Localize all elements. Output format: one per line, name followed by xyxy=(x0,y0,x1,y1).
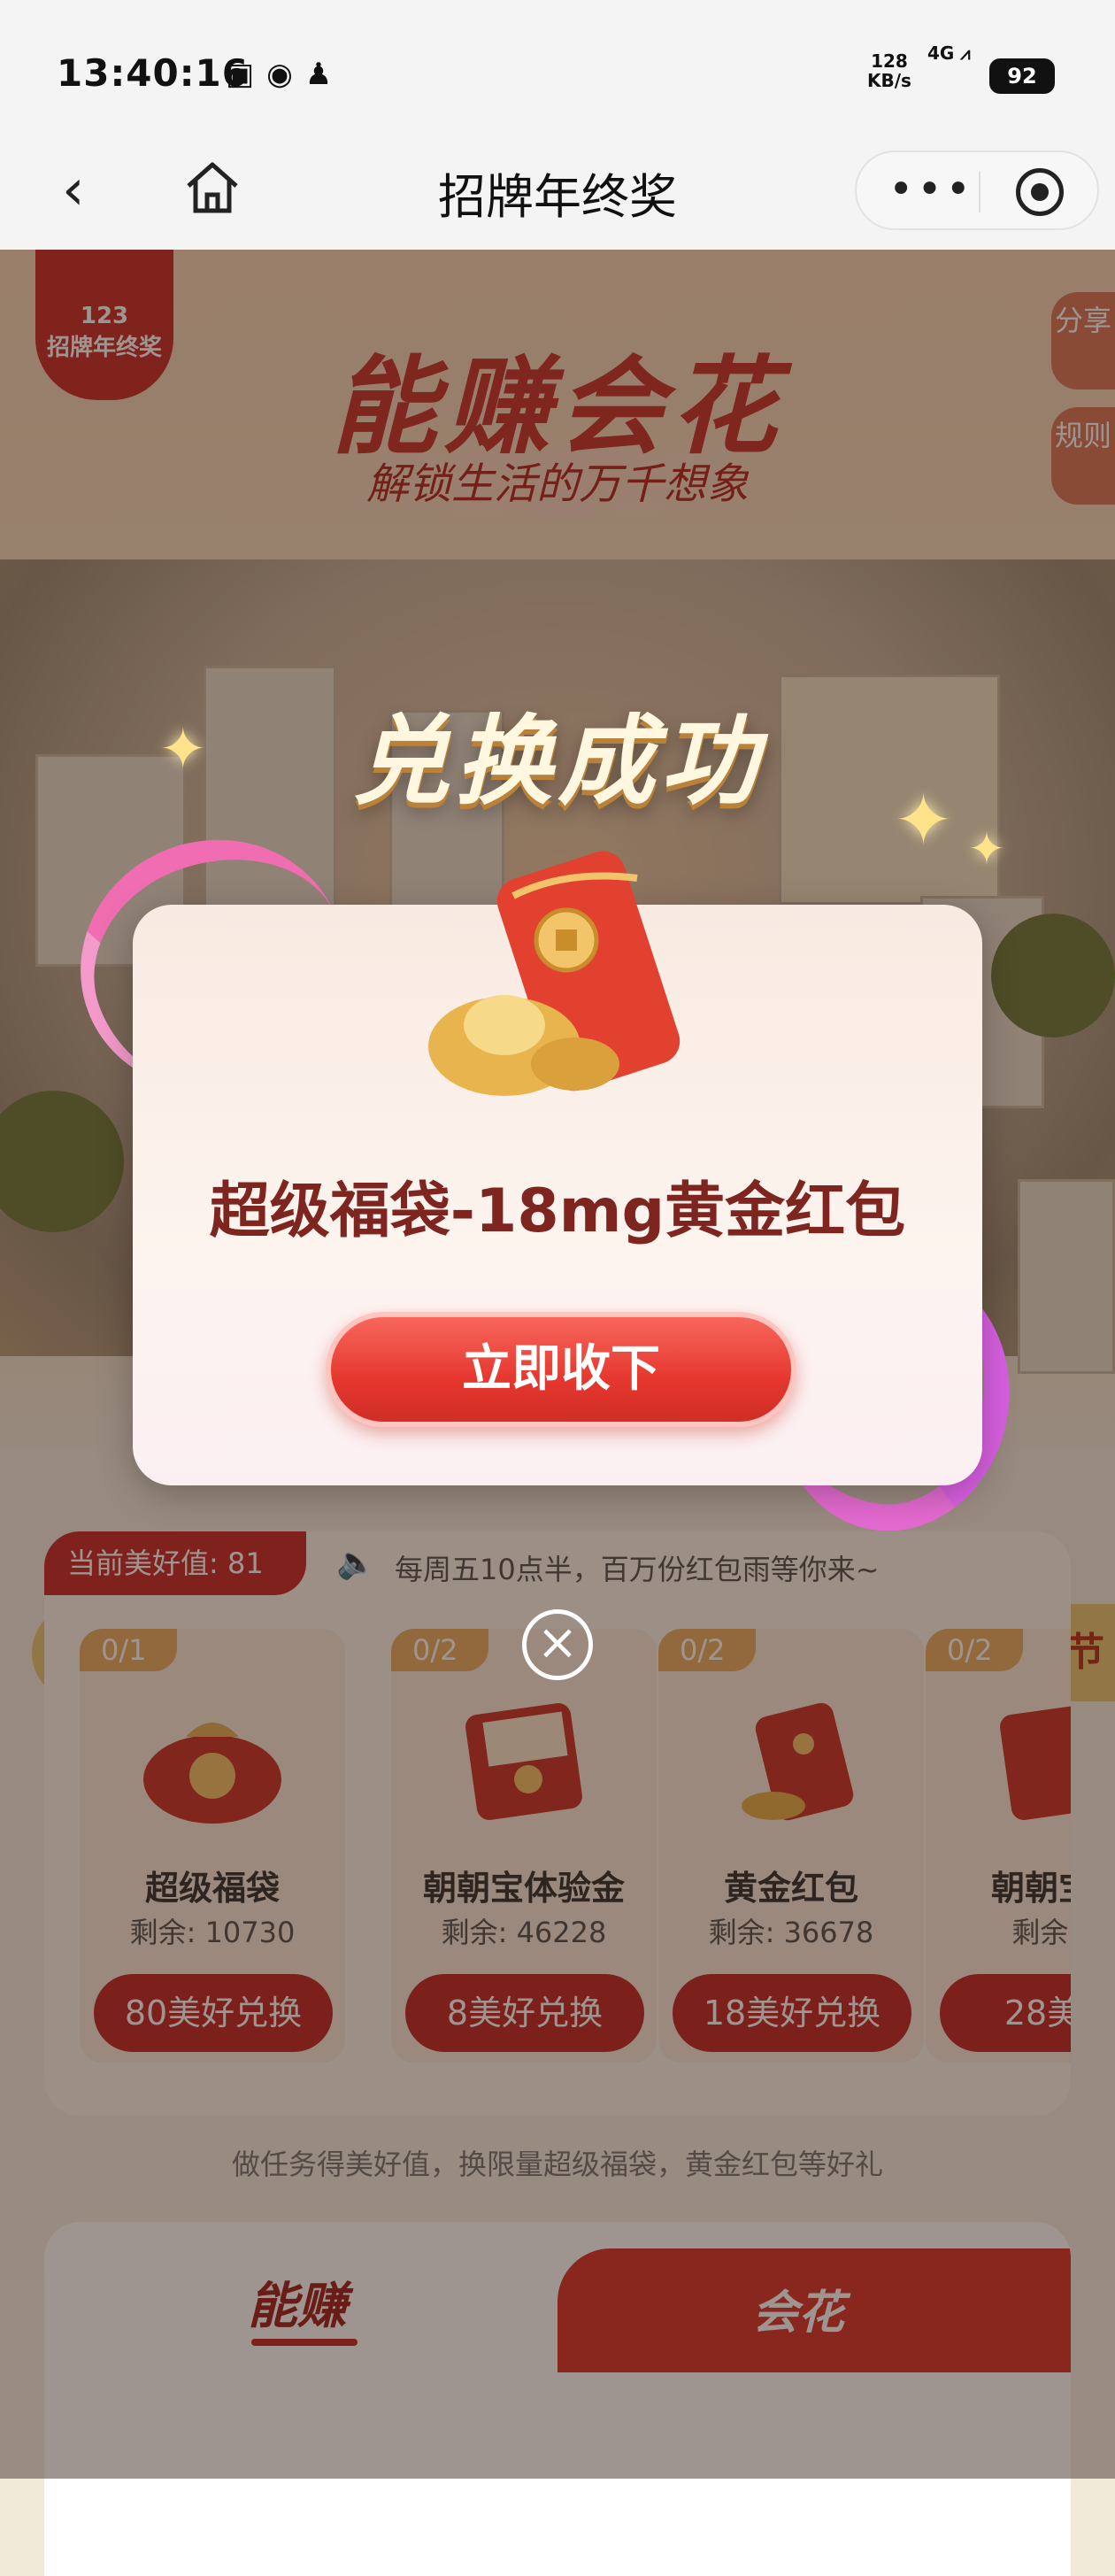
accept-button[interactable]: 立即收下 xyxy=(326,1312,796,1427)
status-bar: 13:40:16 ▣ ◉ ♟ 128 KB/s 4G ⩘ 92 xyxy=(0,0,1115,133)
close-icon[interactable]: × xyxy=(522,1609,593,1680)
success-modal: 超级福袋-18mg黄金红包 立即收下 xyxy=(133,851,982,1485)
qq-icon: ♟ xyxy=(304,57,333,92)
status-time: 13:40:16 xyxy=(57,51,249,95)
miniapp-capsule: ••• xyxy=(855,150,1099,230)
net-speed: 128 KB/s xyxy=(867,50,911,91)
gold-red-envelope-icon xyxy=(428,851,681,1096)
more-icon[interactable]: ••• xyxy=(888,168,974,211)
nav-bar: ‹ 招牌年终奖 ••• xyxy=(0,133,1115,250)
prize-name: 超级福袋-18mg黄金红包 xyxy=(209,1176,906,1246)
capsule-divider xyxy=(979,172,980,212)
status-notification-icons: ▣ ◉ ♟ xyxy=(226,57,332,92)
weibo-icon: ◉ xyxy=(266,57,293,92)
close-miniapp-icon[interactable] xyxy=(1016,168,1064,216)
signal-icon: 4G ⩘ xyxy=(927,42,971,64)
success-title: 兑换成功 xyxy=(352,705,763,818)
sim-icon: ▣ xyxy=(226,57,255,92)
battery-icon: 92 xyxy=(989,58,1055,94)
sparkle-icon: ✦ xyxy=(968,823,1005,875)
